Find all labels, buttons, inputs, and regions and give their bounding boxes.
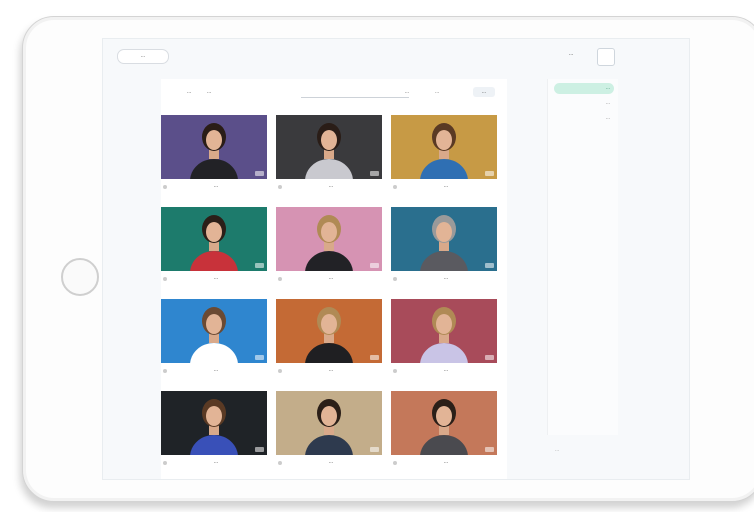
sidebar-item-active[interactable]: ... [554,83,614,94]
avatar-card[interactable]: ... [161,115,267,199]
presenter-image [161,391,267,455]
presenter-image [391,207,497,271]
preview-tag [255,171,264,176]
presenter-image [161,207,267,271]
presenter-image [276,299,382,363]
avatar-name: ... [328,459,334,465]
preview-tag [485,355,494,360]
sidebar-item[interactable]: ... [554,113,614,124]
avatar-name: ... [443,459,449,465]
filter-button[interactable]: ... [435,89,439,95]
select-radio[interactable] [393,277,397,281]
avatar-name: ... [328,275,334,281]
preview-tag [485,263,494,268]
select-radio[interactable] [163,461,167,465]
sidebar-item[interactable]: ... [554,98,614,109]
avatar-card[interactable]: ... [391,115,497,199]
preview-tag [370,355,379,360]
preview-tag [370,171,379,176]
avatar-thumbnail[interactable] [276,391,382,455]
select-radio[interactable] [163,277,167,281]
select-radio[interactable] [278,277,282,281]
avatar-card[interactable]: ... [276,391,382,475]
avatar-card[interactable]: ... [161,207,267,291]
preview-tag [370,447,379,452]
home-button[interactable] [61,258,99,296]
avatar-card[interactable]: ... [391,391,497,475]
sidebar: ... ... ... [547,79,618,435]
avatar-name: ... [443,183,449,189]
workspace-pill[interactable]: ... [117,49,169,64]
avatar-name: ... [328,367,334,373]
avatar-name: ... [213,275,219,281]
presenter-image [391,115,497,179]
presenter-image [391,391,497,455]
select-radio[interactable] [393,369,397,373]
count-badge: ... [473,87,495,97]
avatar-thumbnail[interactable] [391,115,497,179]
avatar-thumbnail[interactable] [276,207,382,271]
preview-tag [255,447,264,452]
avatar-name: ... [213,367,219,373]
preview-tag [485,447,494,452]
avatar-name: ... [213,183,219,189]
select-radio[interactable] [278,185,282,189]
avatar-card[interactable]: ... [391,299,497,383]
avatar-name: ... [443,367,449,373]
avatar-name: ... [443,275,449,281]
tab-second[interactable]: ... [207,89,211,95]
avatar-thumbnail[interactable] [161,207,267,271]
avatar-card[interactable]: ... [161,299,267,383]
avatar-thumbnail[interactable] [276,299,382,363]
avatar-thumbnail[interactable] [391,299,497,363]
avatar-thumbnail[interactable] [391,207,497,271]
avatar-card[interactable]: ... [276,115,382,199]
preview-tag [255,355,264,360]
avatar-name: ... [213,459,219,465]
preview-tag [485,171,494,176]
select-radio[interactable] [163,185,167,189]
tab-first[interactable]: ... [187,89,191,95]
presenter-image [161,115,267,179]
presenter-image [276,207,382,271]
avatar-thumbnail[interactable] [161,115,267,179]
presenter-image [276,115,382,179]
preview-tag [370,263,379,268]
app-screen: ... ... ... ... ... ... ... ... ... ... … [102,38,690,480]
avatar-card[interactable]: ... [276,207,382,291]
avatar-thumbnail[interactable] [161,299,267,363]
avatar-thumbnail[interactable] [276,115,382,179]
select-radio[interactable] [393,461,397,465]
avatar[interactable] [597,48,615,66]
sidebar-footer-link[interactable]: ... [555,447,559,453]
select-radio[interactable] [278,369,282,373]
avatar-gallery: ... ... ... ... ... ....................… [161,79,507,479]
avatar-card[interactable]: ... [391,207,497,291]
user-label: ... [569,51,574,57]
avatar-thumbnail[interactable] [161,391,267,455]
avatar-name: ... [328,183,334,189]
presenter-image [391,299,497,363]
avatar-card[interactable]: ... [161,391,267,475]
search-input[interactable]: ... [301,87,409,98]
select-radio[interactable] [278,461,282,465]
presenter-image [161,299,267,363]
toolbar: ... ... ... ... ... [161,79,507,103]
avatar-card[interactable]: ... [276,299,382,383]
presenter-image [276,391,382,455]
select-radio[interactable] [163,369,167,373]
avatar-thumbnail[interactable] [391,391,497,455]
preview-tag [255,263,264,268]
select-radio[interactable] [393,185,397,189]
